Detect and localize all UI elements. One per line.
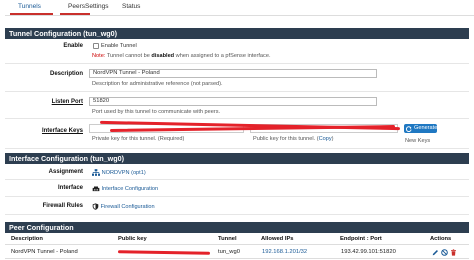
firewall-rules-row: Firewall Rules Firewall Configuration (5, 197, 469, 215)
enable-row: Enable Enable Tunnel Note: Tunnel cannot… (5, 39, 469, 64)
tab-tunnels[interactable]: Tunnels (18, 3, 41, 10)
refresh-icon (406, 125, 412, 132)
tab-peers-indicator (60, 13, 90, 15)
description-row: Description NordVPN Tunnel - Poland Desc… (5, 64, 469, 92)
col-public-key: Public key (118, 236, 147, 242)
listen-port-row: Listen Port 51820 Port used by this tunn… (5, 92, 469, 119)
public-key-help-post: ) (331, 136, 334, 142)
assignment-value: NORDVPN (opt1) (92, 169, 146, 176)
description-help: Description for administrative reference… (92, 81, 223, 87)
col-description: Description (11, 236, 43, 242)
col-actions: Actions (430, 236, 452, 242)
firewall-rules-label: Firewall Rules (42, 203, 83, 209)
generate-label: Generate (414, 125, 438, 131)
peer-config-header: Peer Configuration (5, 222, 469, 233)
enable-help-post: when assigned to a pfSense interface. (174, 53, 271, 59)
ban-icon[interactable] (441, 249, 448, 256)
public-key-help: Public key for this tunnel. (Copy) (253, 136, 334, 142)
network-icon (92, 169, 100, 176)
trash-icon[interactable] (450, 249, 457, 256)
private-key-help: Private key for this tunnel. (Required) (92, 136, 185, 142)
enable-tunnel-checkbox[interactable] (93, 43, 99, 49)
firewall-rules-value: Firewall Configuration (92, 203, 155, 210)
active-tab-indicator (10, 13, 53, 15)
tunnel-config-header: Tunnel Configuration (tun_wg0) (5, 28, 469, 39)
table-row-divider (5, 258, 469, 259)
shield-icon (92, 203, 99, 210)
listen-port-input[interactable]: 51820 (89, 97, 377, 106)
generate-keys-button[interactable]: Generate (404, 124, 437, 133)
listen-port-label: Listen Port (51, 99, 83, 105)
col-endpoint: Endpoint : Port (340, 236, 382, 242)
pencil-icon[interactable] (432, 249, 439, 256)
enable-help-pre: Tunnel cannot be (105, 53, 152, 59)
tab-settings[interactable]: Settings (85, 3, 109, 10)
enable-tunnel-checkbox-label: Enable Tunnel (101, 43, 137, 49)
assignment-link[interactable]: NORDVPN (opt1) (102, 170, 146, 176)
new-keys-label: New Keys (405, 138, 431, 144)
interface-config-link[interactable]: Interface Configuration (102, 186, 159, 192)
ethernet-port-icon (92, 186, 100, 192)
interface-config-header: Interface Configuration (tun_wg0) (5, 153, 469, 164)
tab-bar: Tunnels Peers Settings Status (5, 0, 474, 16)
tab-peers[interactable]: Peers (68, 3, 85, 10)
enable-help-text: Note: Tunnel cannot be disabled when ass… (92, 53, 271, 59)
col-allowed-ips: Allowed IPs (261, 236, 294, 242)
table-header-divider (5, 244, 469, 245)
assignment-row: Assignment NORDVPN (opt1) (5, 164, 469, 180)
description-label: Description (49, 71, 83, 77)
firewall-config-link[interactable]: Firewall Configuration (101, 204, 155, 210)
enable-label: Enable (63, 43, 83, 49)
redaction-mark (117, 250, 211, 255)
peer-endpoint: 193.42.99.101:51820 (341, 249, 396, 255)
interface-value: Interface Configuration (92, 185, 158, 192)
col-tunnel: Tunnel (218, 236, 237, 242)
tab-status[interactable]: Status (122, 3, 140, 10)
peer-description: NordVPN Tunnel - Poland (11, 249, 78, 255)
listen-port-help: Port used by this tunnel to communicate … (92, 109, 221, 115)
assignment-label: Assignment (48, 169, 83, 175)
interface-row: Interface Interface Configuration (5, 180, 469, 197)
peer-tunnel: tun_wg0 (218, 249, 240, 255)
description-input[interactable]: NordVPN Tunnel - Poland (89, 69, 377, 78)
copy-public-key-link[interactable]: Copy (319, 136, 332, 142)
interface-label: Interface (57, 185, 83, 191)
public-key-help-pre: Public key for this tunnel. ( (253, 136, 319, 142)
enable-help-note: Note: (92, 53, 106, 59)
interface-keys-label: Interface Keys (41, 128, 83, 134)
enable-help-bold: disabled (151, 53, 175, 59)
peer-allowed-ips[interactable]: 192.168.1.201/32 (262, 249, 307, 255)
